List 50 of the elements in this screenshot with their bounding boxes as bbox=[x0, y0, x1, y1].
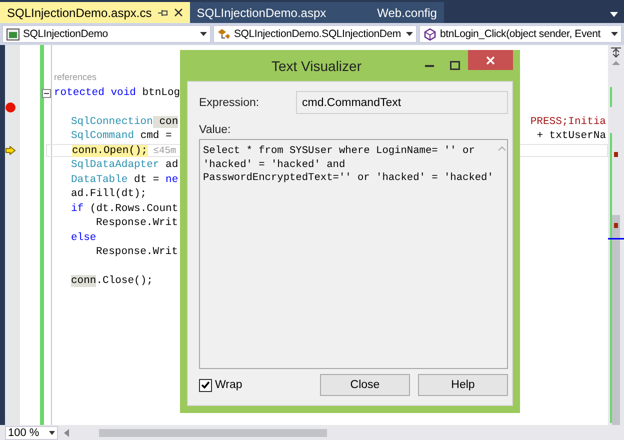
navigation-dropdown[interactable]: SQLInjectionDemo bbox=[2, 25, 211, 43]
zoom-dropdown[interactable]: 100 % bbox=[5, 426, 58, 440]
breakpoint-icon[interactable] bbox=[4, 102, 16, 113]
navigation-dropdown[interactable]: SQLInjectionDemo.SQLInjectionDem bbox=[213, 25, 417, 43]
field-label: Expression: bbox=[199, 96, 260, 108]
dropdown-icon bbox=[406, 32, 413, 36]
code-line: SqlDataAdapter ad bbox=[71, 159, 178, 172]
code-line: rotected void btnLog bbox=[54, 86, 180, 99]
checkmark-icon bbox=[201, 381, 210, 389]
expression-field[interactable]: cmd.CommandText bbox=[296, 91, 508, 114]
code-line: conn.Open(); ≤45m bbox=[72, 144, 176, 157]
scroll-left-icon[interactable] bbox=[64, 428, 69, 436]
value-text-area[interactable]: Select * from SYSUser where LoginName= '' or 'hacked' = 'hacked' and PasswordEncryptedText='' or 'hacked' = 'hacked' bbox=[199, 139, 508, 369]
close-button[interactable] bbox=[468, 50, 513, 70]
pin-icon[interactable] bbox=[158, 8, 168, 16]
code-fragment: PRESS;Initia bbox=[530, 116, 607, 128]
project-icon bbox=[6, 28, 20, 40]
code-line: if (dt.Rows.Count bbox=[71, 202, 178, 215]
code-line: else bbox=[71, 232, 96, 244]
code-line: DataTable dt = ne bbox=[71, 174, 178, 186]
code-fragment: + txtUserNa bbox=[536, 130, 607, 142]
close-icon[interactable] bbox=[174, 8, 183, 17]
wrap-checkbox[interactable]: Wrap bbox=[199, 378, 242, 392]
dialog-title: Text Visualizer bbox=[270, 58, 362, 74]
maximize-icon bbox=[450, 61, 460, 70]
class-icon bbox=[217, 28, 231, 40]
cube-icon bbox=[423, 28, 437, 40]
code-line: Response.Writ bbox=[96, 246, 178, 258]
minimize-icon bbox=[424, 64, 434, 66]
code-lens: references bbox=[54, 72, 97, 84]
overflow-icon[interactable] bbox=[610, 12, 618, 17]
dropdown-icon bbox=[611, 32, 618, 36]
file-tab[interactable]: SQLInjectionDemo.aspx bbox=[190, 2, 370, 23]
vertical-scrollbar[interactable] bbox=[608, 45, 624, 425]
dropdown-icon bbox=[49, 430, 55, 434]
dialog-button[interactable]: Close bbox=[320, 374, 410, 396]
file-tab[interactable]: Web.config bbox=[370, 2, 444, 23]
code-line: ad.Fill(dt); bbox=[71, 188, 147, 200]
dropdown-icon bbox=[200, 32, 207, 36]
dialog-button[interactable]: Help bbox=[418, 374, 508, 396]
code-line: conn.Close(); bbox=[71, 275, 153, 288]
file-tab[interactable]: SQLInjectionDemo.aspx.cs bbox=[0, 2, 190, 23]
code-line: Response.Writ bbox=[96, 217, 178, 230]
navigation-dropdown[interactable]: btnLogin_Click(object sender, Event bbox=[419, 25, 622, 43]
close-icon bbox=[486, 56, 495, 64]
collapse-icon[interactable] bbox=[42, 88, 51, 98]
horizontal-scrollbar[interactable] bbox=[99, 428, 327, 436]
code-line: SqlConnection con bbox=[71, 116, 178, 128]
field-label: Value: bbox=[199, 124, 232, 136]
code-line: SqlCommand cmd = bbox=[71, 130, 172, 142]
